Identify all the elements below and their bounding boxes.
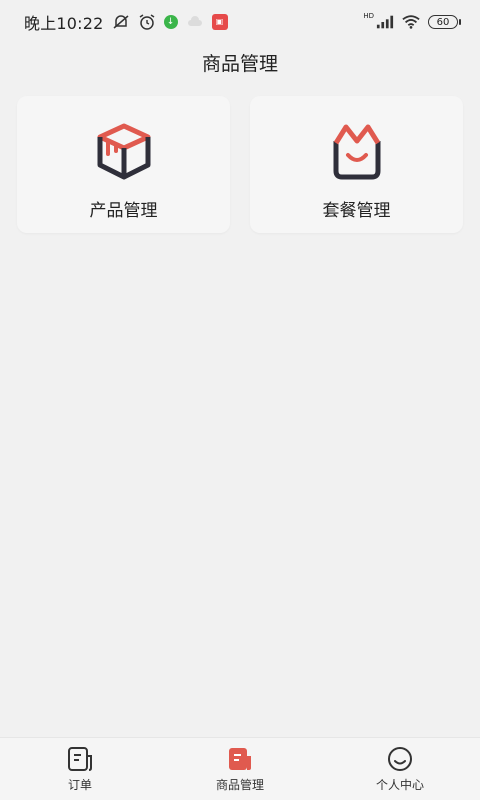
- battery-indicator: 60: [428, 15, 461, 29]
- smile-icon: [386, 745, 414, 773]
- wifi-icon: [402, 13, 420, 31]
- mute-bell-icon: [112, 13, 130, 31]
- module-grid: 产品管理 套餐管理: [17, 96, 463, 233]
- tab-orders[interactable]: 订单: [20, 745, 140, 793]
- goods-icon: [226, 745, 254, 773]
- cloud-icon: [186, 13, 204, 31]
- download-icon: ↓: [163, 15, 178, 29]
- package-management-card[interactable]: 套餐管理: [250, 96, 463, 233]
- status-left: 晚上10:22 ↓ ▣: [24, 10, 228, 34]
- tab-personal-center-label: 个人中心: [375, 778, 424, 792]
- alarm-clock-icon: [138, 13, 156, 31]
- tab-goods-management-label: 商品管理: [215, 778, 264, 792]
- package-management-label: 套餐管理: [322, 201, 391, 221]
- hd-label: HD: [363, 12, 374, 20]
- signal-icon: [376, 13, 394, 31]
- page-title: 商品管理: [201, 52, 278, 75]
- order-icon: [66, 745, 94, 773]
- status-right: HD 60: [363, 12, 461, 31]
- status-time: 晚上10:22: [24, 14, 104, 33]
- tab-personal-center[interactable]: 个人中心: [340, 745, 460, 793]
- status-bar: 晚上10:22 ↓ ▣ HD 60: [0, 0, 480, 44]
- app-notification-icon: ▣: [211, 14, 228, 30]
- bottom-tab-bar: 订单 商品管理 个人中心: [0, 737, 480, 800]
- tab-orders-label: 订单: [67, 778, 92, 792]
- app-screen: 晚上10:22 ↓ ▣ HD 60 商品管理 产品管理 套餐管理 订单 商品管理…: [0, 0, 480, 800]
- bag-icon: [325, 120, 389, 184]
- product-management-label: 产品管理: [89, 201, 158, 221]
- tab-goods-management[interactable]: 商品管理: [180, 745, 300, 793]
- box-icon: [92, 120, 156, 184]
- product-management-card[interactable]: 产品管理: [17, 96, 230, 233]
